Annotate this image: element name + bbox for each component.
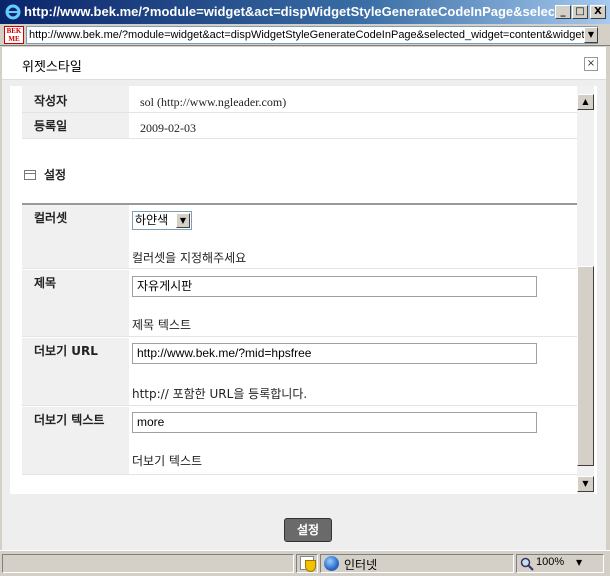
zoom-dropdown-icon[interactable]: ▼ xyxy=(576,558,582,567)
title-label: 제목 xyxy=(22,270,129,336)
minimize-button[interactable]: _ xyxy=(555,5,571,19)
shield-icon xyxy=(305,560,316,572)
colorset-description: 컬러셋을 지정해주세요 xyxy=(132,251,247,265)
internet-explorer-icon xyxy=(5,4,21,20)
author-label: 작성자 xyxy=(22,86,129,112)
vertical-scrollbar[interactable]: ▲ ▼ xyxy=(577,86,594,494)
site-favicon: BEK ME xyxy=(4,26,24,44)
colorset-select[interactable]: 하얀색 ▼ xyxy=(132,211,192,230)
more-text-input[interactable]: more xyxy=(132,412,537,433)
author-value: sol (http://www.ngleader.com) xyxy=(140,95,287,109)
date-value: 2009-02-03 xyxy=(140,121,196,135)
url-dropdown-button[interactable]: ▼ xyxy=(584,27,598,43)
more-url-description: http:// 포함한 URL을 등록합니다. xyxy=(132,387,308,401)
date-label: 등록일 xyxy=(22,113,129,138)
popup-header: 위젯스타일 × xyxy=(2,47,606,80)
status-text-cell xyxy=(2,554,294,573)
info-row-author: 작성자 sol (http://www.ngleader.com) xyxy=(22,86,577,113)
globe-icon xyxy=(324,556,339,571)
url-field[interactable]: http://www.bek.me/?module=widget&act=dis… xyxy=(26,26,598,44)
security-zone: 인터넷 xyxy=(344,558,378,572)
scroll-down-button[interactable]: ▼ xyxy=(577,476,594,492)
maximize-button[interactable]: □ xyxy=(572,5,588,19)
popup-close-button[interactable]: × xyxy=(584,57,598,71)
more-url-input[interactable]: http://www.bek.me/?mid=hpsfree xyxy=(132,343,537,364)
info-row-date: 등록일 2009-02-03 xyxy=(22,113,577,139)
more-url-label: 더보기 URL xyxy=(22,338,129,405)
colorset-label: 컬러셋 xyxy=(22,205,129,268)
section-icon xyxy=(24,170,36,180)
popup-title: 위젯스타일 xyxy=(22,60,82,75)
title-input[interactable]: 자유게시판 xyxy=(132,276,537,297)
field-colorset: 컬러셋 xyxy=(22,205,577,269)
colorset-selected-value: 하얀색 xyxy=(135,213,169,227)
chevron-down-icon[interactable]: ▼ xyxy=(176,213,190,228)
title-description: 제목 텍스트 xyxy=(132,318,192,332)
settings-scroll-area[interactable]: 작성자 sol (http://www.ngleader.com) 등록일 20… xyxy=(10,86,597,494)
scroll-up-button[interactable]: ▲ xyxy=(577,94,594,110)
scroll-thumb[interactable] xyxy=(577,266,594,466)
magnifier-icon xyxy=(520,557,534,571)
submit-button[interactable]: 설정 xyxy=(284,518,332,542)
more-text-description: 더보기 텍스트 xyxy=(132,454,203,468)
zoom-level[interactable]: 100% xyxy=(536,556,564,568)
status-bar: 인터넷 100% ▼ xyxy=(0,550,610,576)
address-bar: BEK ME http://www.bek.me/?module=widget&… xyxy=(0,24,610,46)
more-text-label: 더보기 텍스트 xyxy=(22,407,129,474)
widget-style-popup: 위젯스타일 × 작성자 sol (http://www.ngleader.com… xyxy=(2,47,606,550)
close-window-button[interactable]: X xyxy=(590,5,606,19)
window-title-bar[interactable]: http://www.bek.me/?module=widget&act=dis… xyxy=(0,0,610,24)
window-title: http://www.bek.me/?module=widget&act=dis… xyxy=(24,4,554,19)
section-title: 설정 xyxy=(44,168,67,182)
